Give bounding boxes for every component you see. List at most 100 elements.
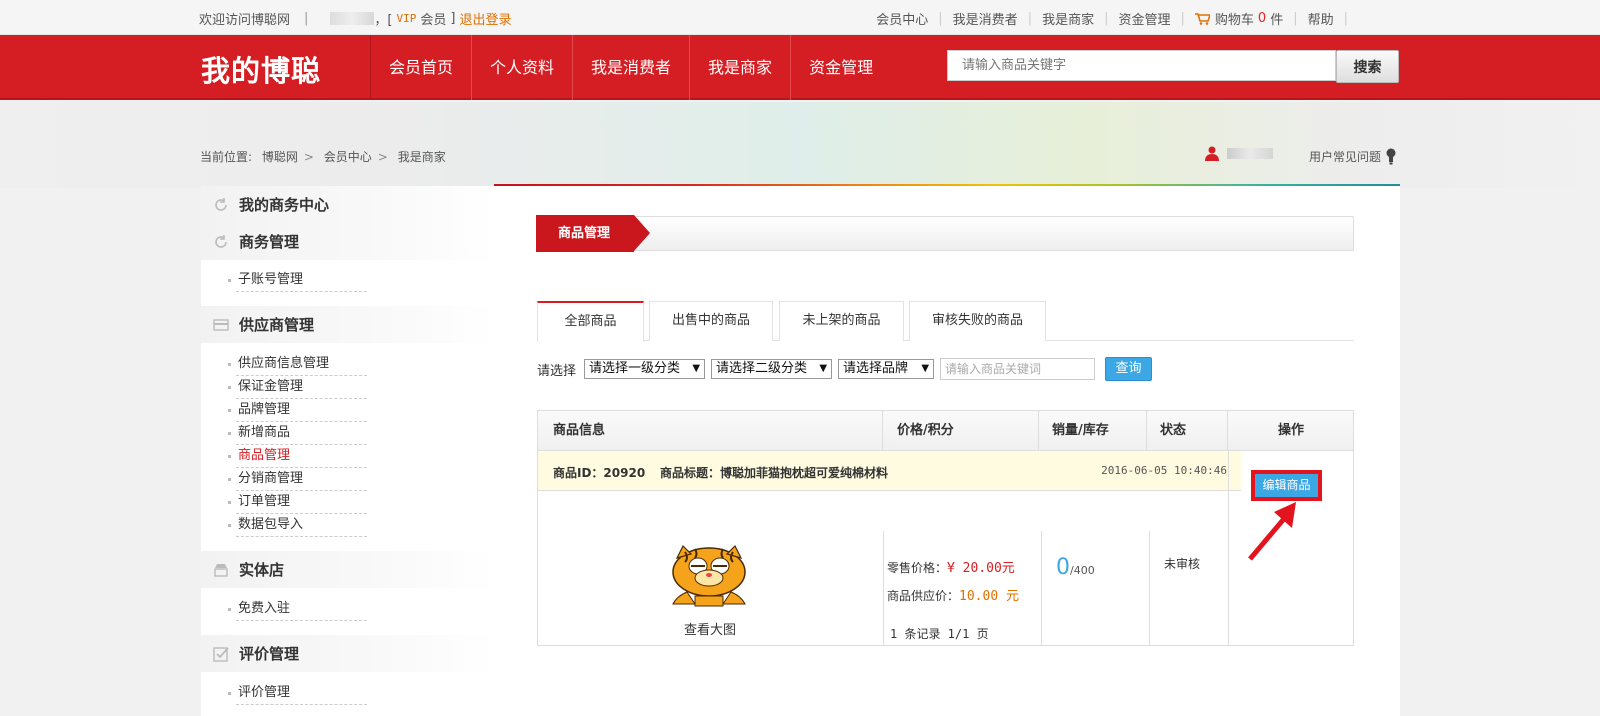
site-logo[interactable]: 我的博聪 bbox=[201, 48, 321, 90]
sidebar-item-deposit[interactable]: 保证金管理 bbox=[228, 376, 367, 399]
dropdown-arrow-icon: ▼ bbox=[819, 363, 828, 374]
column-header: 销量/库存 bbox=[1039, 411, 1147, 451]
garfield-image bbox=[672, 544, 746, 607]
top-link-funds[interactable]: 资金管理 bbox=[1118, 9, 1170, 28]
sidebar-section-reviews[interactable]: 评价管理 bbox=[201, 635, 494, 672]
column-divider bbox=[1041, 531, 1042, 645]
sidebar-item-brand[interactable]: 品牌管理 bbox=[228, 399, 367, 422]
nav-merchant[interactable]: 我是商家 bbox=[689, 35, 790, 100]
sidebar-item-reviews[interactable]: 评价管理 bbox=[228, 682, 367, 705]
bracket-close: ] bbox=[450, 11, 456, 26]
supply-price: 10.00 元 bbox=[959, 589, 1019, 604]
sidebar-section-title: 评价管理 bbox=[239, 645, 300, 663]
help-link[interactable]: 帮助 bbox=[1308, 9, 1334, 28]
retail-price: ¥ 20.00元 bbox=[947, 561, 1015, 576]
column-header: 状态 bbox=[1147, 411, 1228, 451]
faq-link[interactable]: 用户常见问题 bbox=[1309, 148, 1396, 165]
dropdown-arrow-icon: ▼ bbox=[921, 363, 930, 374]
filter-bar: 请选择 请选择一级分类 ▼ 请选择二级分类 ▼ 请选择品牌 ▼ 请输入商品关键词 查询 bbox=[537, 357, 1153, 381]
edit-highlight-box: 编辑商品 bbox=[1251, 470, 1322, 501]
page-title: 商品管理 bbox=[536, 215, 650, 252]
decorative-banner bbox=[0, 102, 1600, 188]
logout-link[interactable]: 退出登录 bbox=[459, 9, 511, 28]
main-content: 商品管理 全部商品 出售中的商品 未上架的商品 审核失败的商品 请选择 请选择一… bbox=[494, 186, 1400, 716]
breadcrumb-item[interactable]: 会员中心 bbox=[324, 150, 372, 164]
store-icon bbox=[213, 562, 229, 578]
supply-label: 商品供应价： bbox=[887, 589, 960, 603]
view-large-link[interactable]: 查看大图 bbox=[684, 619, 736, 638]
sidebar-item-orders[interactable]: 订单管理 bbox=[228, 491, 367, 514]
user-box[interactable] bbox=[1205, 146, 1273, 161]
username-masked bbox=[1227, 148, 1273, 159]
bracket-open: ，[ bbox=[374, 13, 393, 28]
user-icon bbox=[1205, 146, 1219, 161]
top-link-member-center[interactable]: 会员中心 bbox=[876, 9, 928, 28]
tab-all-products[interactable]: 全部商品 bbox=[537, 301, 644, 342]
price-cell: 零售价格：¥ 20.00元 商品供应价：10.00 元 bbox=[887, 557, 1019, 613]
sidebar-item-sub-accounts[interactable]: 子账号管理 bbox=[228, 269, 367, 292]
sidebar-section-business-mgmt[interactable]: 商务管理 bbox=[201, 223, 494, 260]
cart-label: 购物车 bbox=[1214, 13, 1254, 28]
top-link-consumer[interactable]: 我是消费者 bbox=[953, 9, 1018, 28]
nav-profile[interactable]: 个人资料 bbox=[471, 35, 572, 100]
column-divider bbox=[1149, 531, 1150, 645]
header: 我的博聪 会员首页 个人资料 我是消费者 我是商家 资金管理 搜索 bbox=[0, 35, 1600, 100]
sidebar-section-business-center[interactable]: 我的商务中心 bbox=[201, 186, 494, 223]
nav-consumer[interactable]: 我是消费者 bbox=[572, 35, 689, 100]
table-row: 查看大图 零售价格：¥ 20.00元 商品供应价：10.00 元 0/400 未… bbox=[538, 451, 1353, 645]
cart-count: 0 bbox=[1257, 11, 1267, 26]
brand-select[interactable]: 请选择品牌 ▼ bbox=[838, 359, 935, 379]
sidebar-item-add-product[interactable]: 新增商品 bbox=[228, 422, 367, 445]
product-thumbnail[interactable] bbox=[648, 542, 773, 608]
dropdown-arrow-icon: ▼ bbox=[692, 363, 701, 374]
tab-unlisted[interactable]: 未上架的商品 bbox=[779, 301, 904, 341]
main-nav: 会员首页 个人资料 我是消费者 我是商家 资金管理 bbox=[370, 35, 891, 100]
category1-select[interactable]: 请选择一级分类 ▼ bbox=[584, 359, 706, 379]
keyword-input[interactable]: 请输入商品关键词 bbox=[940, 358, 1096, 380]
refresh-icon bbox=[213, 234, 229, 250]
column-divider bbox=[1228, 451, 1229, 645]
edit-product-button[interactable]: 编辑商品 bbox=[1255, 474, 1318, 497]
sold-count: 0 bbox=[1056, 555, 1070, 580]
column-header: 操作 bbox=[1277, 423, 1304, 438]
vip-label: VIP bbox=[396, 12, 417, 25]
breadcrumb-item[interactable]: 我是商家 bbox=[398, 150, 446, 164]
sidebar: 我的商务中心 商务管理 子账号管理 供应商管理 供应商信息管理 保证金管理 品牌… bbox=[201, 186, 494, 716]
tab-review-failed[interactable]: 审核失败的商品 bbox=[909, 301, 1046, 341]
filter-label: 请选择 bbox=[537, 363, 577, 379]
column-header: 商品信息 bbox=[538, 411, 883, 451]
sidebar-section-store[interactable]: 实体店 bbox=[201, 551, 494, 588]
sidebar-section-title: 实体店 bbox=[239, 561, 285, 579]
pagination-info: 1 条记录 1/1 页 bbox=[890, 627, 989, 641]
sidebar-section-supplier-mgmt[interactable]: 供应商管理 bbox=[201, 306, 494, 343]
sidebar-item-supplier-info[interactable]: 供应商信息管理 bbox=[228, 353, 367, 376]
column-divider bbox=[883, 531, 884, 645]
tab-on-sale[interactable]: 出售中的商品 bbox=[649, 301, 773, 341]
query-button[interactable]: 查询 bbox=[1105, 357, 1153, 381]
cart-icon bbox=[1194, 12, 1210, 25]
sidebar-item-distributor[interactable]: 分销商管理 bbox=[228, 468, 367, 491]
breadcrumb-label: 当前位置: bbox=[200, 150, 253, 164]
cart-link[interactable]: 购物车 0 件 bbox=[1194, 9, 1283, 28]
sidebar-item-free-entry[interactable]: 免费入驻 bbox=[228, 598, 367, 621]
breadcrumb: 当前位置: 博聪网 > 会员中心 > 我是商家 bbox=[200, 150, 446, 164]
breadcrumb-item[interactable]: 博聪网 bbox=[262, 150, 298, 164]
product-table: 商品信息 价格/积分 销量/库存 状态 操作 商品ID：20920 商品标题：博… bbox=[537, 410, 1354, 646]
stock-cell: 0/400 bbox=[1056, 555, 1095, 580]
sidebar-item-data-import[interactable]: 数据包导入 bbox=[228, 514, 367, 537]
category2-select[interactable]: 请选择二级分类 ▼ bbox=[711, 359, 833, 379]
category1-value: 请选择一级分类 bbox=[589, 361, 681, 376]
status-text: 未审核 bbox=[1164, 557, 1201, 571]
sidebar-section-title: 商务管理 bbox=[239, 233, 300, 251]
nav-funds[interactable]: 资金管理 bbox=[790, 35, 891, 100]
category2-value: 请选择二级分类 bbox=[716, 361, 808, 376]
search-input[interactable] bbox=[947, 50, 1336, 81]
table-header: 商品信息 价格/积分 销量/库存 状态 操作 bbox=[538, 411, 1353, 451]
search-button[interactable]: 搜索 bbox=[1336, 50, 1399, 83]
sidebar-item-product-mgmt[interactable]: 商品管理 bbox=[228, 445, 367, 468]
welcome-text: 欢迎访问博聪网 bbox=[199, 13, 291, 28]
refresh-icon bbox=[213, 197, 229, 213]
top-link-merchant[interactable]: 我是商家 bbox=[1042, 9, 1094, 28]
nav-member-home[interactable]: 会员首页 bbox=[370, 35, 471, 100]
lightbulb-icon bbox=[1386, 148, 1396, 165]
